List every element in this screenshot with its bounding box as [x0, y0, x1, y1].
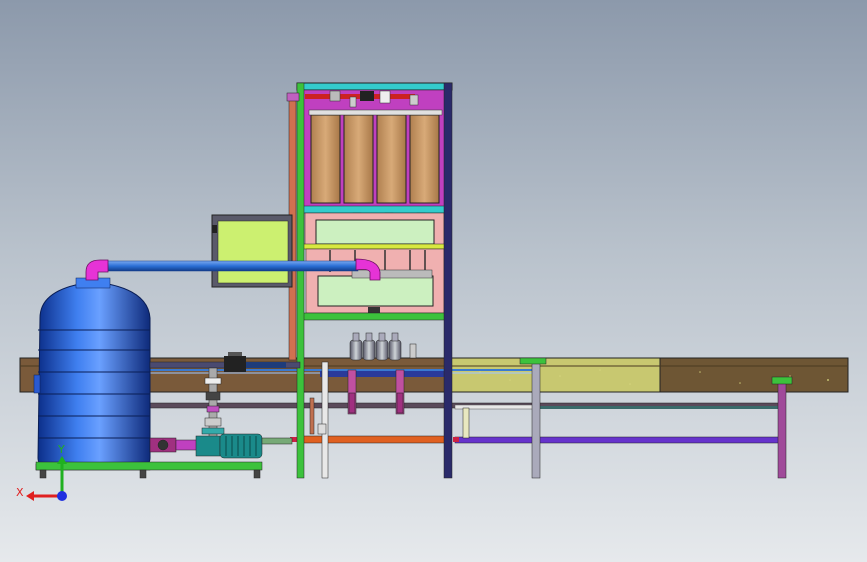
left-post-green	[296, 82, 305, 479]
shelf-1	[302, 205, 447, 214]
filling-basin	[317, 275, 434, 307]
frame-top-plate	[296, 82, 453, 91]
triad-y-label: Y	[57, 443, 65, 456]
pump-motor	[149, 433, 293, 459]
pump-skid	[35, 461, 263, 479]
shelf-2	[302, 312, 447, 321]
filter-tank-1	[310, 114, 341, 204]
water-tank	[33, 277, 151, 471]
conveyor-guide-bar	[320, 371, 448, 377]
filter-tank-4	[409, 114, 440, 204]
right-post-navy	[443, 82, 453, 479]
control-box	[211, 214, 293, 288]
cad-viewport[interactable]: X Y	[0, 0, 867, 562]
filter-tank-2	[343, 114, 374, 204]
conveyor-right-section	[659, 357, 849, 393]
cad-model-drawing: X Y	[16, 82, 849, 501]
triad-x-label: X	[16, 486, 24, 499]
bottles	[349, 332, 417, 361]
hopper-lightgreen	[315, 219, 435, 245]
filter-tank-3	[376, 114, 407, 204]
conveyor-center-section	[449, 357, 661, 393]
